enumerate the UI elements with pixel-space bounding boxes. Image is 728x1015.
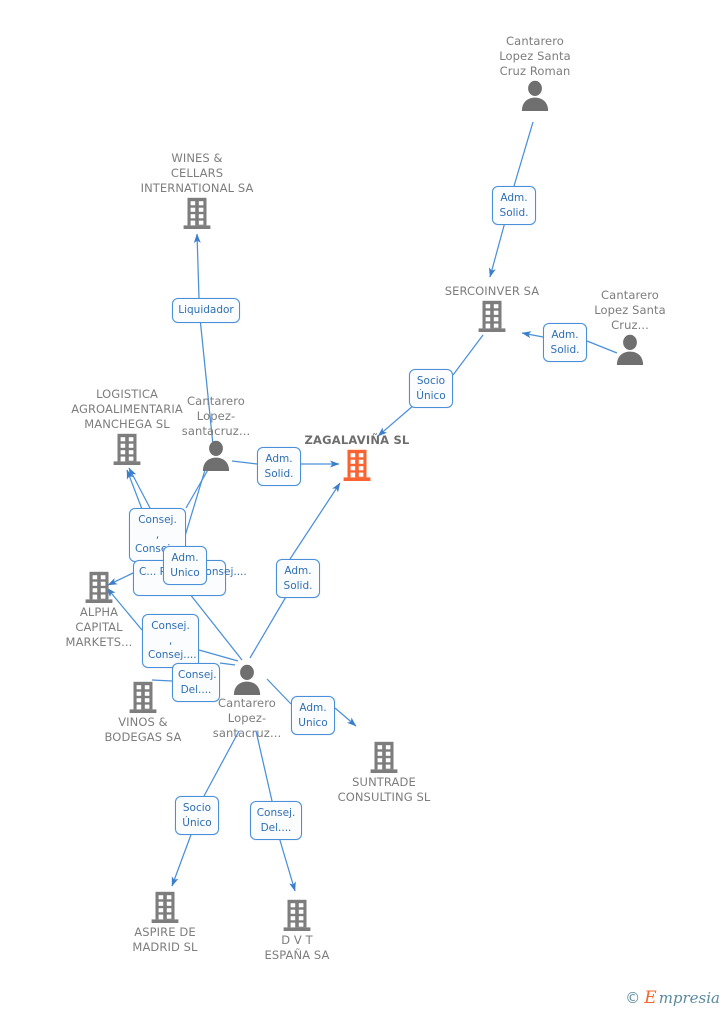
node-label: SERCOINVER SA [444,284,540,298]
node-sercoinver-sa[interactable]: SERCOINVER SA [432,284,552,334]
node-label: ALPHA CAPITAL MARKETS... [65,605,133,649]
edge-line [452,334,484,376]
node-label: SUNTRADE CONSULTING SL [337,775,431,804]
edge-line [171,831,193,887]
building-icon [137,197,257,230]
edge-line [255,730,273,802]
node-label: WINES & CELLARS INTERNATIONAL SA [140,151,254,195]
copyright-icon: © [625,989,641,1007]
edge-label-el_socio_unico_bot[interactable]: Socio Único [175,796,219,835]
edge-line [193,233,201,299]
empresia-watermark: © E mpresia [625,990,720,1007]
edge-line [513,121,534,187]
org-chart-canvas: Cantarero Lopez Santa Cruz Roman SERCOIN… [0,0,728,1015]
node-label: Cantarero Lopez Santa Cruz Roman [499,34,571,78]
brand-name: mpresia [658,989,720,1007]
edge-line [334,707,357,727]
node-label: Cantarero Lopez- santacruz... [181,394,251,438]
building-icon [432,300,552,333]
edge-line [128,467,151,509]
node-label: ZAGALAVIÑA SL [304,433,410,447]
node-label: D V T ESPAÑA SA [264,933,330,962]
node-wines-cellars-international-sa[interactable]: WINES & CELLARS INTERNATIONAL SA [137,151,257,231]
edge-line [278,836,296,892]
edge-label-el_socio_unico_serc[interactable]: Socio Único [409,369,453,408]
node-dvt-espana-sa[interactable]: D V T ESPAÑA SA [237,898,357,963]
building-icon [237,899,357,932]
edge-label-el_consej_del_1[interactable]: Consej. Del.... [172,663,220,702]
edge-line [185,467,210,509]
building-icon [324,741,444,774]
node-label: VINOS & BODEGAS SA [104,715,182,744]
edge-label-el_liquidador[interactable]: Liquidador [172,298,240,323]
node-zagalavina-sl[interactable]: ZAGALAVIÑA SL [297,433,417,483]
node-suntrade-consulting-sl[interactable]: SUNTRADE CONSULTING SL [324,740,444,805]
edge-label-el_adm_unico_right[interactable]: Adm. Unico [291,696,335,735]
edge-label-el_adm_solid_right[interactable]: Adm. Solid. [543,323,587,362]
edge-line [249,594,288,659]
edge-label-el_adm_unico_mid[interactable]: Adm. Unico [163,546,207,585]
edge-line [488,221,506,278]
node-cantarero-lopez-santa-cruz[interactable]: Cantarero Lopez Santa Cruz... [570,288,690,366]
building-icon-focus [297,449,417,482]
node-label: Cantarero Lopez- santacruz... [212,696,282,740]
edge-label-el_adm_solid_low[interactable]: Adm. Solid. [276,559,320,598]
brand-initial: E [644,988,657,1008]
person-icon [475,80,595,111]
edge-label-el_consej_del_2[interactable]: Consej. Del.... [250,801,302,840]
edge-line [377,404,415,437]
edge-label-el_consej_consej_2[interactable]: Consej. , Consej.... [142,614,199,668]
building-icon [105,891,225,924]
edge-line [289,482,341,560]
edge-line [198,649,239,662]
node-cantarero-lopez-santa-cruz-roman[interactable]: Cantarero Lopez Santa Cruz Roman [475,34,595,112]
person-icon [570,334,690,365]
node-label: ASPIRE DE MADRID SL [132,925,198,954]
edge-label-el_adm_solid_mid[interactable]: Adm. Solid. [257,447,301,486]
edge-label-el_adm_solid_top[interactable]: Adm. Solid. [492,186,536,225]
node-label: Cantarero Lopez Santa Cruz... [594,288,666,332]
node-aspire-de-madrid-sl[interactable]: ASPIRE DE MADRID SL [105,890,225,955]
edge-layer [106,121,618,892]
